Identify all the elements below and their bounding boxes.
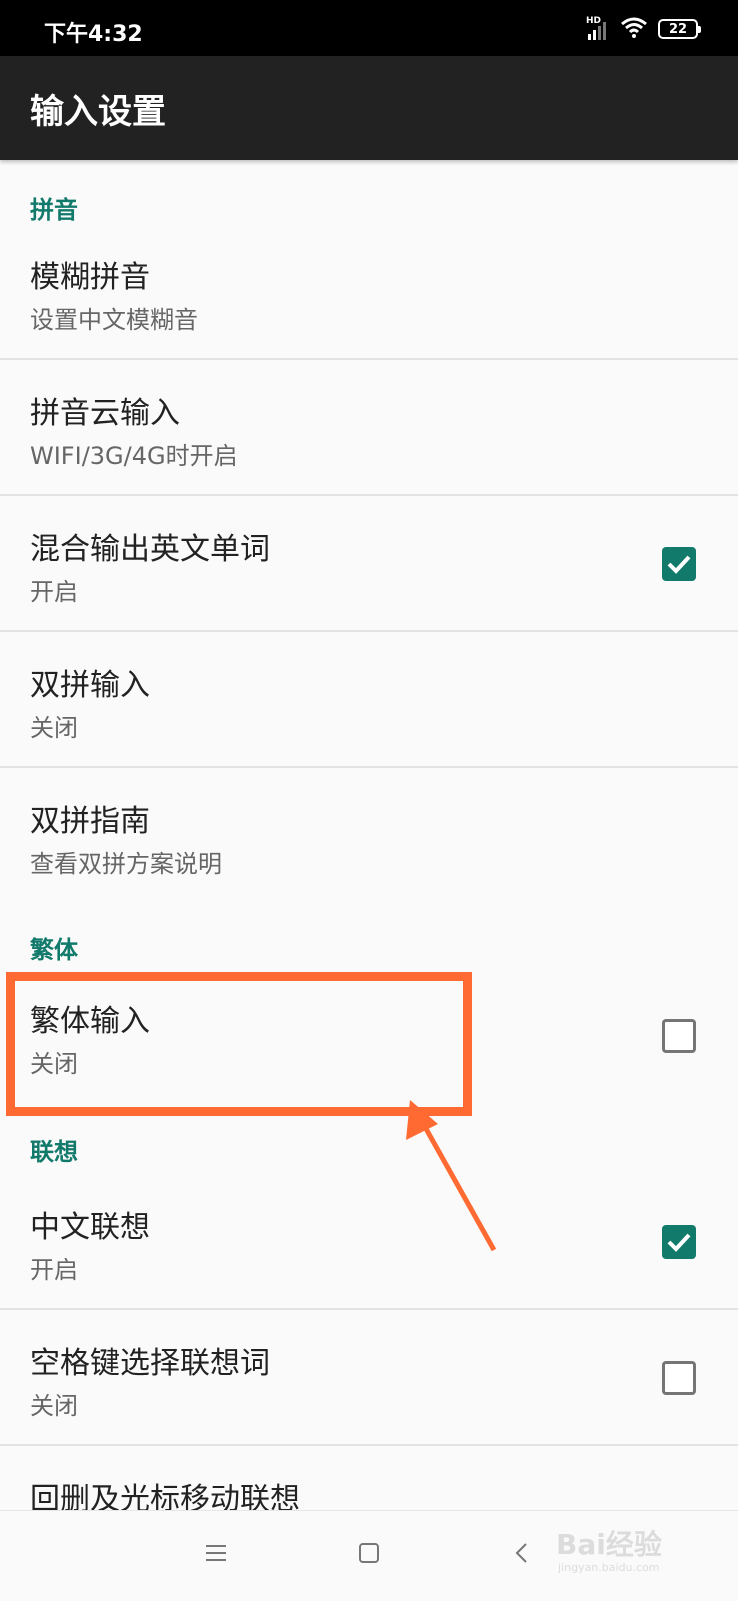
back-button[interactable] [500, 1531, 544, 1575]
setting-title: 中文联想 [30, 1210, 150, 1245]
setting-space-select-association[interactable]: 空格键选择联想词 关闭 [0, 1310, 738, 1446]
menu-icon [206, 1545, 226, 1561]
checkmark-icon [667, 1233, 691, 1252]
setting-subtitle: 开启 [30, 1256, 78, 1284]
menu-button[interactable] [194, 1531, 238, 1575]
home-icon [359, 1543, 379, 1563]
home-button[interactable] [347, 1531, 391, 1575]
setting-title: 空格键选择联想词 [30, 1346, 270, 1381]
chinese-association-checkbox[interactable] [662, 1225, 696, 1259]
section-header-association: 联想 [30, 1138, 78, 1166]
setting-subtitle: 关闭 [30, 1392, 78, 1420]
navigation-bar: Bai经验 jingyan.baidu.com [0, 1510, 738, 1601]
setting-chinese-association[interactable]: 中文联想 开启 [0, 1174, 738, 1310]
back-icon [515, 1543, 527, 1563]
watermark: Bai经验 jingyan.baidu.com [556, 1528, 662, 1574]
space-select-checkbox[interactable] [662, 1361, 696, 1395]
